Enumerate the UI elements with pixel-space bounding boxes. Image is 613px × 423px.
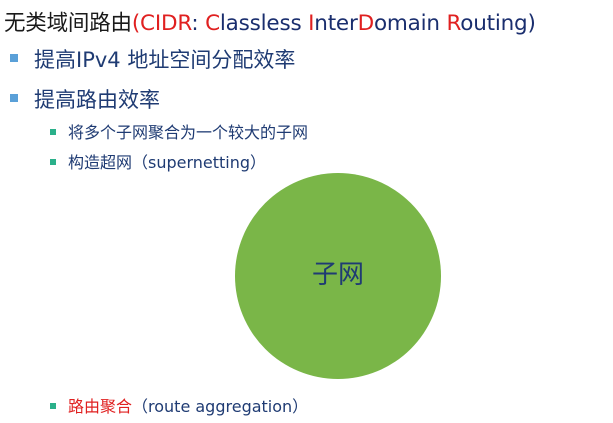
sub-bullet-supernetting: 构造超网（supernetting） — [50, 149, 266, 173]
title-colon: : — [191, 11, 206, 36]
slide: 无类域间路由(CIDR: Classless InterDomain Routi… — [0, 0, 613, 423]
bullet-ipv4-efficiency: 提高IPv4 地址空间分配效率 — [10, 44, 295, 74]
title-close-paren: ) — [527, 11, 536, 36]
title-routing-cap: R — [446, 11, 461, 36]
square-bullet-icon — [10, 54, 18, 62]
title-domain-cap: D — [357, 11, 375, 36]
subnet-circle: 子网 — [235, 173, 441, 379]
title-prefix: 无类域间路由 — [4, 11, 132, 36]
title-cidr-c: C — [140, 11, 155, 36]
route-aggregation-red-text: 路由聚合 — [68, 397, 133, 416]
bullet-routing-efficiency: 提高路由效率 — [10, 84, 160, 114]
route-aggregation-rest-text: （route aggregation） — [132, 397, 309, 416]
square-bullet-icon — [50, 402, 56, 409]
title-inter-rest: nter — [314, 11, 358, 36]
title-cidr-rest: IDR — [154, 11, 192, 36]
bullet-text: 提高路由效率 — [34, 88, 160, 112]
subnet-circle-label: 子网 — [311, 259, 364, 290]
bullet-text: 提高IPv4 地址空间分配效率 — [34, 48, 296, 72]
sub-bullet-text: 将多个子网聚合为一个较大的子网 — [68, 123, 309, 142]
sub-bullet-aggregate-subnets: 将多个子网聚合为一个较大的子网 — [50, 119, 308, 143]
slide-title: 无类域间路由(CIDR: Classless InterDomain Routi… — [4, 6, 536, 37]
sub-bullet-text: 构造超网（supernetting） — [68, 153, 267, 172]
square-bullet-icon — [50, 158, 56, 165]
sub-bullet-route-aggregation: 路由聚合（route aggregation） — [50, 393, 308, 417]
title-open-paren: ( — [131, 11, 141, 36]
title-domain-rest: omain — [373, 11, 447, 36]
title-classless-cap: C — [205, 11, 220, 36]
title-routing-rest: outing — [460, 11, 528, 36]
square-bullet-icon — [50, 128, 56, 135]
title-classless-rest: lassless — [219, 11, 309, 36]
square-bullet-icon — [10, 94, 18, 102]
